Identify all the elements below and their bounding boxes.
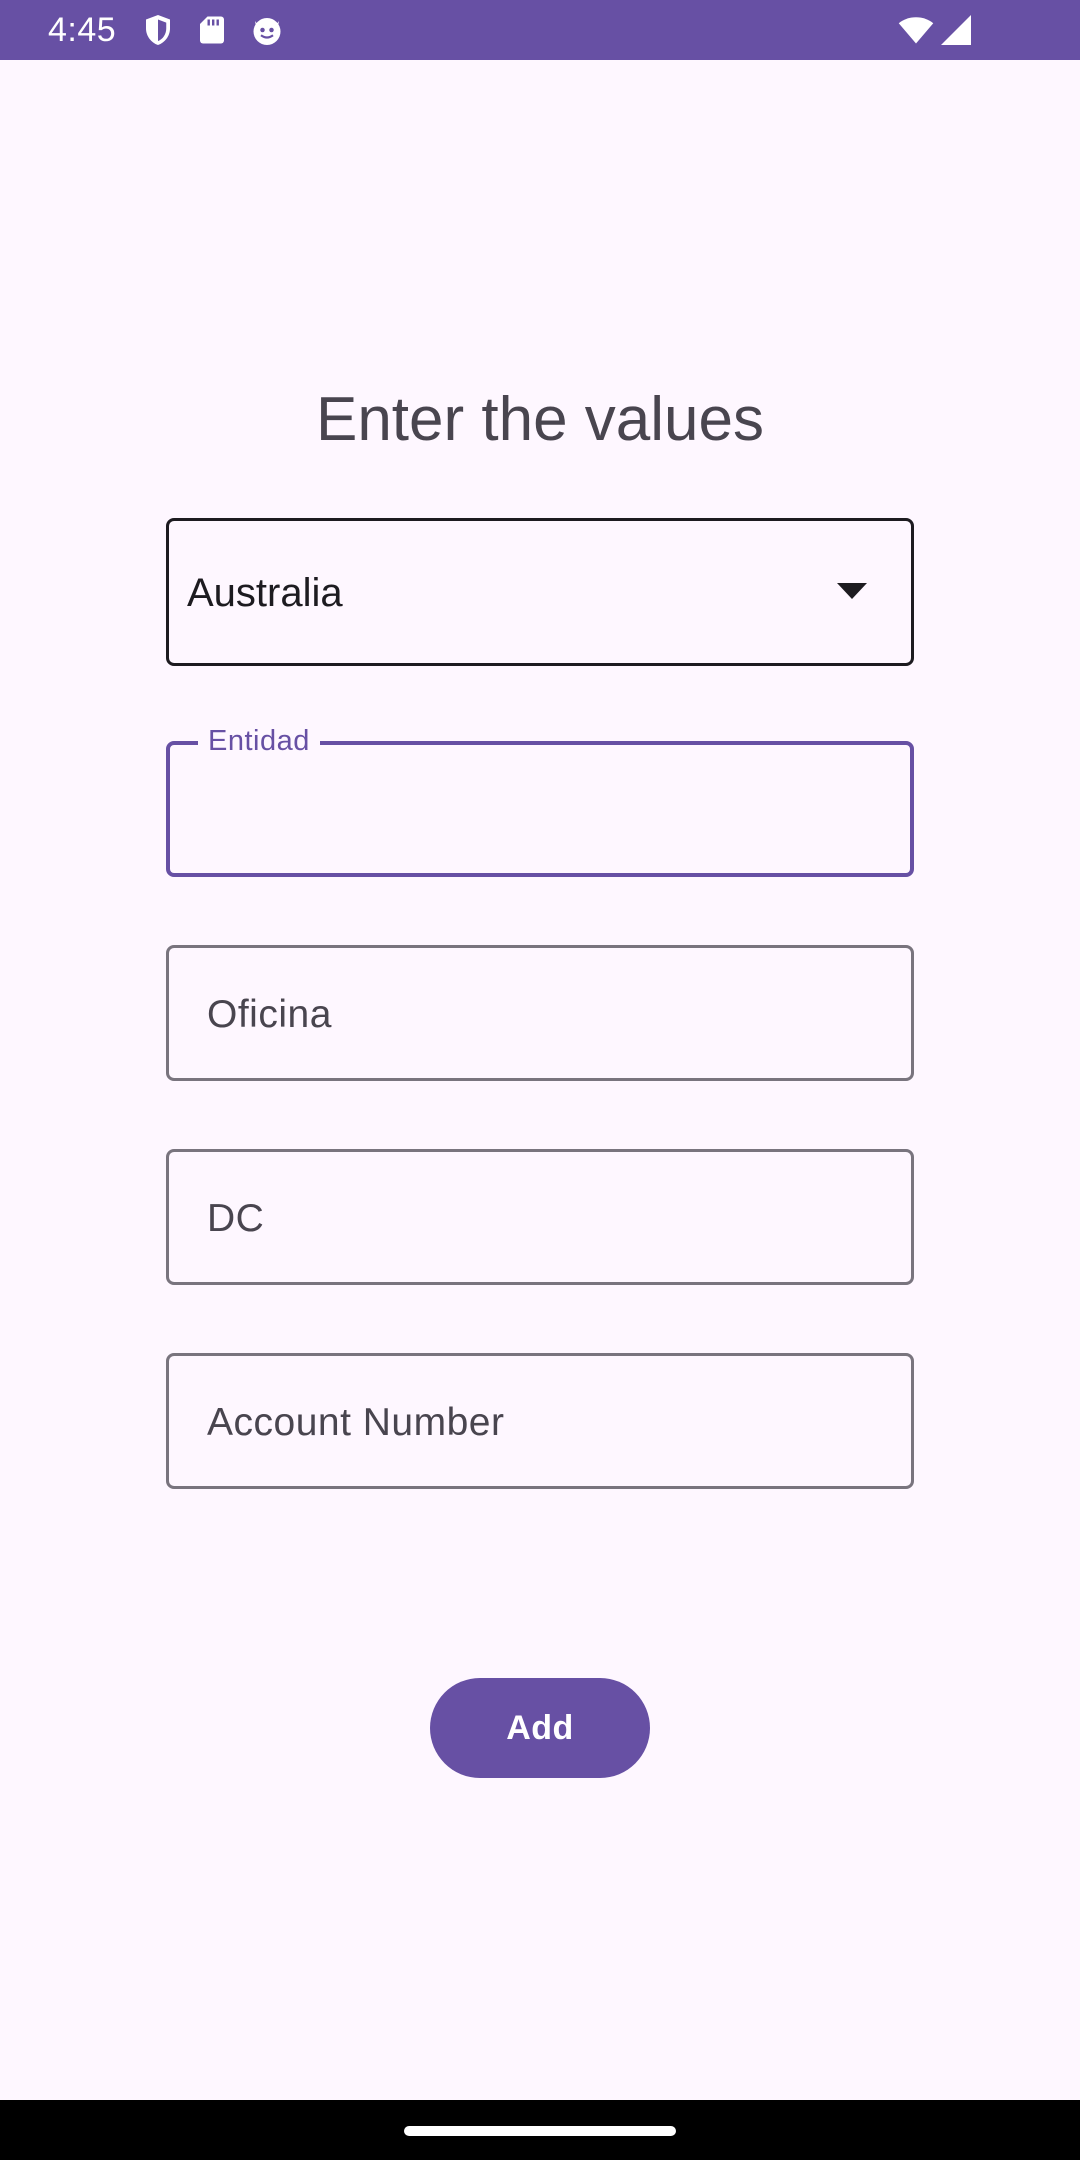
account-number-field[interactable]: Account Number: [166, 1353, 914, 1489]
cat-face-icon: [249, 12, 285, 48]
status-bar: 4:45: [0, 0, 1080, 60]
country-dropdown-value: Australia: [187, 571, 343, 615]
page-title: Enter the values: [315, 385, 765, 454]
home-indicator[interactable]: [404, 2126, 676, 2136]
shield-icon: [140, 12, 176, 48]
sd-card-icon: [194, 12, 230, 48]
oficina-placeholder: Oficina: [207, 993, 332, 1036]
account-number-placeholder: Account Number: [207, 1401, 505, 1444]
oficina-field[interactable]: Oficina: [166, 945, 914, 1081]
entidad-field[interactable]: Entidad: [166, 723, 914, 877]
signal-icon: [938, 12, 974, 48]
navigation-bar: [0, 2100, 1080, 2160]
entidad-label: Entidad: [198, 723, 320, 759]
dc-placeholder: DC: [207, 1197, 265, 1240]
dc-field[interactable]: DC: [166, 1149, 914, 1285]
country-dropdown[interactable]: Australia: [166, 518, 914, 666]
chevron-down-icon: [837, 583, 867, 601]
add-button[interactable]: Add: [430, 1678, 650, 1778]
status-time: 4:45: [48, 11, 117, 49]
wifi-icon: [898, 12, 934, 48]
